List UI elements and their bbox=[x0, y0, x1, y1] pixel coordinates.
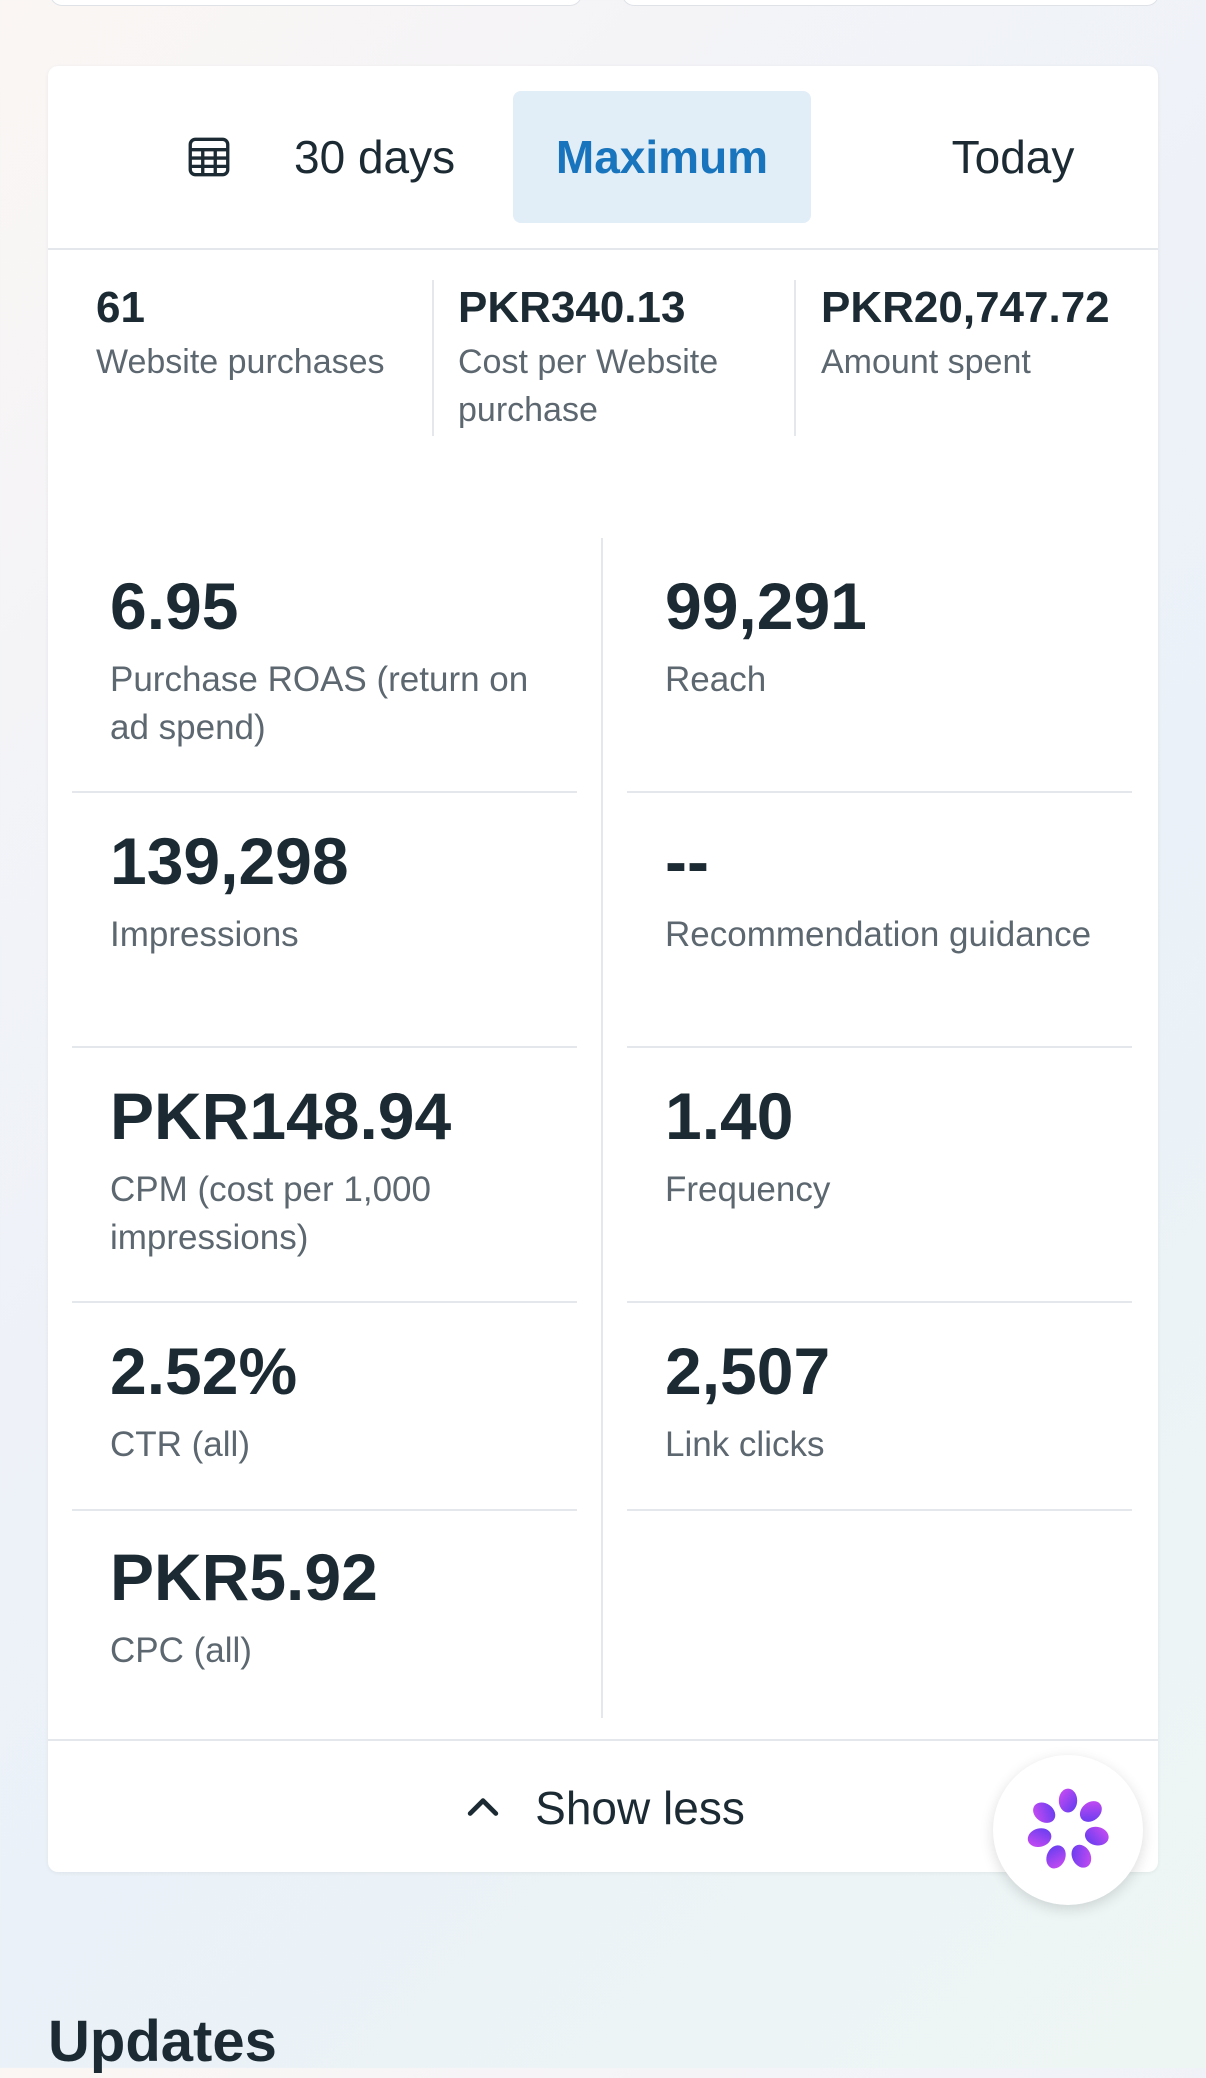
previous-card-left bbox=[50, 0, 582, 6]
metric-label: CPC (all) bbox=[110, 1631, 252, 1670]
date-range-selector: 30 days Maximum Today bbox=[48, 66, 1158, 250]
tab-maximum[interactable]: Maximum bbox=[513, 91, 811, 223]
calendar-icon bbox=[188, 137, 230, 177]
show-less-label: Show less bbox=[535, 1781, 745, 1834]
metric-reach[interactable]: 99,291 Reach bbox=[627, 538, 1132, 793]
ai-assistant-icon bbox=[1027, 1788, 1109, 1869]
metric-label: Link clicks bbox=[665, 1425, 825, 1464]
metric-label: CPM (cost per 1,000 impressions) bbox=[110, 1170, 431, 1257]
tab-today[interactable]: Today bbox=[848, 91, 1158, 223]
summary-divider bbox=[432, 280, 434, 436]
insights-card: 30 days Maximum Today 61 Website purchas… bbox=[48, 66, 1158, 1872]
summary-label: Cost per Website purchase bbox=[458, 343, 719, 429]
metric-ctr[interactable]: 2.52% CTR (all) bbox=[72, 1303, 577, 1511]
metric-frequency[interactable]: 1.40 Frequency bbox=[627, 1048, 1132, 1303]
ai-assistant-button[interactable] bbox=[993, 1755, 1143, 1905]
summary-website-purchases: 61 Website purchases bbox=[96, 280, 396, 386]
previous-card-right bbox=[622, 0, 1159, 6]
metric-label: Recommendation guidance bbox=[665, 915, 1092, 954]
metric-value: 139,298 bbox=[110, 824, 349, 898]
metric-value: 1.40 bbox=[665, 1079, 794, 1153]
tab-label: Today bbox=[951, 131, 1075, 183]
metric-recommendation-guidance[interactable]: -- Recommendation guidance bbox=[627, 793, 1132, 1048]
summary-label: Website purchases bbox=[96, 343, 385, 381]
tab-30-days[interactable]: 30 days bbox=[108, 91, 488, 223]
summary-value: 61 bbox=[96, 283, 145, 332]
metric-value: 99,291 bbox=[665, 569, 867, 643]
metric-cpm[interactable]: PKR148.94 CPM (cost per 1,000 impression… bbox=[72, 1048, 577, 1303]
metric-label: CTR (all) bbox=[110, 1425, 250, 1464]
metric-label: Frequency bbox=[665, 1170, 831, 1209]
metric-label: Reach bbox=[665, 660, 767, 699]
summary-row: 61 Website purchases PKR340.13 Cost per … bbox=[48, 250, 1158, 450]
summary-divider bbox=[794, 280, 796, 436]
metric-purchase-roas[interactable]: 6.95 Purchase ROAS (return on ad spend) bbox=[72, 538, 577, 793]
metric-label: Purchase ROAS (return on ad spend) bbox=[110, 660, 529, 747]
metric-value: 2,507 bbox=[665, 1334, 831, 1408]
updates-heading: Updates bbox=[48, 2009, 277, 2074]
metric-impressions[interactable]: 139,298 Impressions bbox=[72, 793, 577, 1048]
metric-value: PKR5.92 bbox=[110, 1540, 378, 1614]
summary-amount-spent: PKR20,747.72 Amount spent bbox=[821, 280, 1151, 386]
metric-value: 6.95 bbox=[110, 569, 239, 643]
summary-value: PKR20,747.72 bbox=[821, 283, 1110, 332]
metric-link-clicks[interactable]: 2,507 Link clicks bbox=[627, 1303, 1132, 1511]
chevron-up-icon bbox=[467, 1797, 499, 1816]
summary-label: Amount spent bbox=[821, 343, 1031, 381]
metric-value: 2.52% bbox=[110, 1334, 298, 1408]
tab-label: Maximum bbox=[555, 131, 769, 183]
metric-cpc[interactable]: PKR5.92 CPC (all) bbox=[72, 1509, 577, 1715]
tab-label: 30 days bbox=[294, 131, 456, 183]
show-less-button[interactable]: Show less bbox=[48, 1739, 1158, 1872]
metrics-column-divider bbox=[601, 538, 603, 1718]
summary-cost-per-purchase: PKR340.13 Cost per Website purchase bbox=[458, 280, 788, 434]
metric-label: Impressions bbox=[110, 915, 299, 954]
summary-value: PKR340.13 bbox=[458, 283, 686, 332]
metric-value: PKR148.94 bbox=[110, 1079, 452, 1153]
metric-value: -- bbox=[665, 824, 709, 898]
